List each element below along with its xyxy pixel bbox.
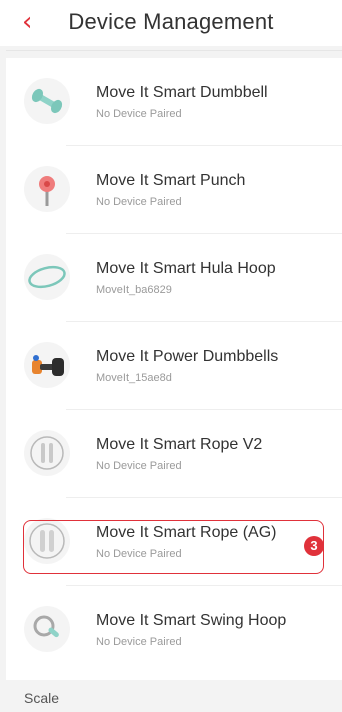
- device-status: No Device Paired: [96, 636, 182, 648]
- device-item-smart-rope-v2[interactable]: Move It Smart Rope V2 No Device Paired: [6, 410, 342, 498]
- power-dumbbells-icon: [24, 342, 70, 388]
- hula-hoop-icon: [24, 254, 70, 300]
- dumbbell-icon: [24, 78, 70, 124]
- device-item-smart-swing-hoop[interactable]: Move It Smart Swing Hoop No Device Paire…: [6, 586, 342, 674]
- device-item-smart-hula-hoop[interactable]: Move It Smart Hula Hoop MoveIt_ba6829: [6, 234, 342, 322]
- rope-v2-icon: [24, 430, 70, 476]
- device-status: MoveIt_15ae8d: [96, 372, 172, 384]
- device-name: Move It Smart Rope V2: [96, 436, 263, 453]
- device-name: Move It Smart Punch: [96, 172, 246, 189]
- device-status: No Device Paired: [96, 460, 182, 472]
- device-name: Move It Power Dumbbells: [96, 348, 279, 365]
- header-bar: ‹ Device Management: [0, 0, 342, 46]
- page-title: Device Management: [68, 9, 274, 34]
- device-item-smart-dumbbell[interactable]: Move It Smart Dumbbell No Device Paired: [6, 58, 342, 146]
- device-status: MoveIt_ba6829: [96, 284, 172, 296]
- selection-highlight: [23, 520, 324, 574]
- section-label: Scale: [24, 690, 60, 706]
- device-item-power-dumbbells[interactable]: Move It Power Dumbbells MoveIt_15ae8d: [6, 322, 342, 410]
- swing-hoop-icon: [24, 606, 70, 652]
- section-header-scale: Scale: [6, 682, 342, 712]
- device-status: No Device Paired: [96, 196, 182, 208]
- device-status: No Device Paired: [96, 108, 182, 120]
- device-name: Move It Smart Hula Hoop: [96, 260, 276, 277]
- device-item-smart-punch[interactable]: Move It Smart Punch No Device Paired: [6, 146, 342, 234]
- punch-icon: [24, 166, 70, 212]
- device-list: Move It Smart Dumbbell No Device Paired …: [6, 58, 342, 680]
- divider: [6, 50, 342, 51]
- device-name: Move It Smart Swing Hoop: [96, 612, 287, 629]
- step-badge: 3: [304, 536, 324, 556]
- device-name: Move It Smart Dumbbell: [96, 84, 268, 101]
